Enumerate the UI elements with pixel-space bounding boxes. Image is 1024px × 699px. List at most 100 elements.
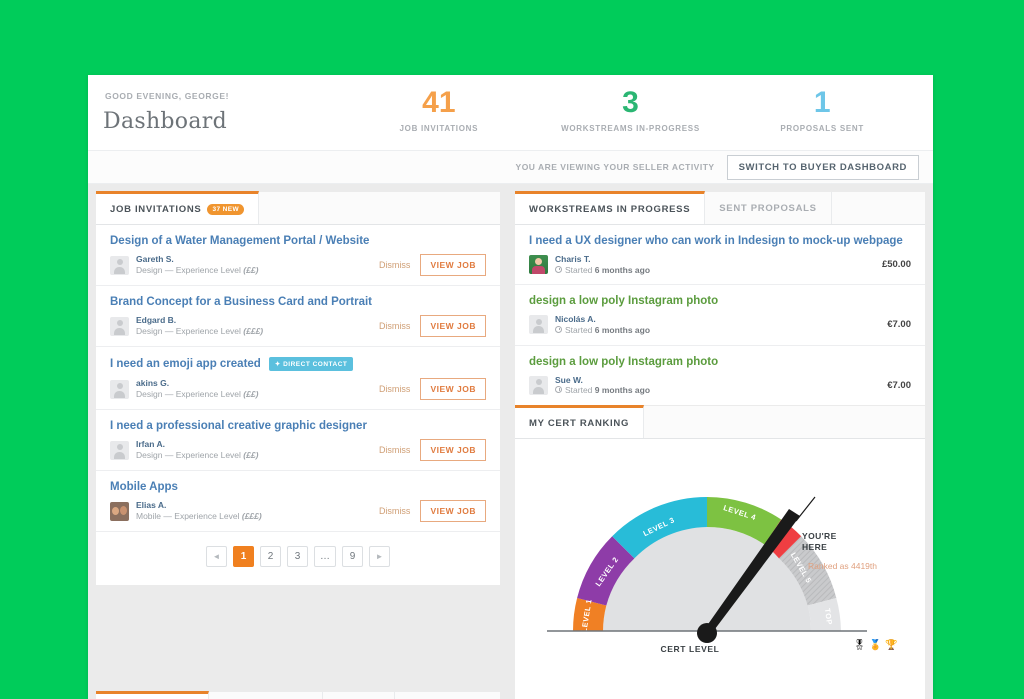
view-mode-bar: YOU ARE VIEWING YOUR SELLER ACTIVITY SWI… [88, 150, 933, 184]
tab-billing[interactable]: BILLING [322, 692, 395, 699]
tab-hourlie-views[interactable]: HOURLIE VIEWS [208, 692, 323, 699]
job-actions: Dismiss VIEW JOB [379, 254, 486, 276]
tab-label: JOB INVITATIONS [110, 203, 202, 215]
started-prefix: Started [565, 324, 593, 335]
page-root: GOOD EVENING, GEORGE! Dashboard 41 JOB I… [0, 0, 1024, 699]
job-user-info: Irfan A. Design — Experience Level (££) [136, 439, 258, 460]
experience-level: (£££) [243, 326, 264, 336]
tab-profile-views[interactable]: PROFILE VIEWS [96, 691, 209, 699]
job-user-info: Gareth S. Design — Experience Level (££) [136, 254, 258, 275]
pagination-prev[interactable]: ◄ [206, 546, 227, 567]
tab-sent-proposals[interactable]: SENT PROPOSALS [705, 192, 832, 224]
experience-level: (££) [243, 450, 259, 460]
job-invitations-panel: JOB INVITATIONS 37 NEW Design of a Water… [96, 191, 500, 585]
pagination-page-1[interactable]: 1 [233, 546, 254, 567]
avatar [110, 440, 129, 460]
job-title-text: Brand Concept for a Business Card and Po… [110, 296, 372, 308]
job-title[interactable]: Design of a Water Management Portal / We… [110, 235, 486, 247]
tab-my-cert-ranking[interactable]: MY CERT RANKING [515, 405, 645, 438]
user-subtitle: Design — Experience Level (£££) [136, 326, 264, 336]
job-actions: Dismiss VIEW JOB [379, 439, 486, 461]
switch-to-buyer-dashboard-button[interactable]: SWITCH TO BUYER DASHBOARD [726, 154, 919, 180]
badge-icon-1: 🎖 [853, 640, 866, 651]
tab-workstreams-in-progress[interactable]: WORKSTREAMS IN PROGRESS [515, 191, 706, 224]
job-invitation-row[interactable]: Design of a Water Management Portal / We… [96, 225, 500, 286]
dismiss-button[interactable]: Dismiss [379, 445, 411, 455]
profile-views-tabs: PROFILE VIEWS HOURLIE VIEWS BILLING [96, 691, 500, 699]
dismiss-button[interactable]: Dismiss [379, 506, 411, 516]
stat-job-invitations[interactable]: 41 JOB INVITATIONS [343, 85, 535, 133]
started-time: 9 months ago [594, 385, 651, 396]
price-label: £50.00 [881, 259, 911, 271]
clock-icon [555, 325, 562, 333]
job-invitation-row[interactable]: I need a professional creative graphic d… [96, 410, 500, 471]
job-meta: Gareth S. Design — Experience Level (££)… [110, 254, 486, 276]
stat-proposals-sent[interactable]: 1 PROPOSALS SENT [726, 85, 918, 133]
job-title[interactable]: Mobile Apps [110, 481, 486, 493]
job-title[interactable]: I need an emoji app created ✦ DIRECT CON… [110, 357, 486, 371]
experience-level: (££) [243, 265, 259, 275]
direct-contact-label: DIRECT CONTACT [283, 361, 348, 368]
experience-level: (££) [243, 389, 259, 399]
view-job-button[interactable]: VIEW JOB [420, 500, 486, 522]
dismiss-button[interactable]: Dismiss [379, 260, 411, 270]
gauge-hub [697, 623, 717, 643]
job-category: Design [136, 450, 163, 460]
cert-ranking-tabs: MY CERT RANKING [515, 405, 925, 439]
pagination: ◄ 1 2 3 … 9 ► [96, 532, 500, 585]
pagination-page-2[interactable]: 2 [260, 546, 281, 567]
workstream-row[interactable]: design a low poly Instagram photo Nicolá… [515, 285, 925, 346]
experience-label: Experience Level [175, 450, 241, 460]
stat-value: 41 [422, 86, 456, 119]
workstream-title[interactable]: design a low poly Instagram photo [529, 295, 911, 307]
avatar [529, 315, 548, 335]
workstream-meta: Sue W. Started 9 months ago €7.00 [529, 375, 911, 396]
job-actions: Dismiss VIEW JOB [379, 315, 486, 337]
view-job-button[interactable]: VIEW JOB [420, 254, 486, 276]
job-actions: Dismiss VIEW JOB [379, 378, 486, 400]
job-user-info: akins G. Design — Experience Level (££) [136, 378, 258, 399]
price-label: €7.00 [887, 379, 911, 391]
view-job-button[interactable]: VIEW JOB [420, 439, 486, 461]
tab-job-invitations[interactable]: JOB INVITATIONS 37 NEW [96, 191, 260, 224]
started-prefix: Started [565, 264, 593, 275]
tab-filler [644, 406, 925, 438]
job-title[interactable]: I need a professional creative graphic d… [110, 420, 486, 432]
pagination-page-3[interactable]: 3 [287, 546, 308, 567]
workstream-row[interactable]: design a low poly Instagram photo Sue W.… [515, 346, 925, 405]
pagination-page-9[interactable]: 9 [342, 546, 363, 567]
stats-row: 41 JOB INVITATIONS 3 WORKSTREAMS IN-PROG… [343, 85, 918, 133]
stat-workstreams[interactable]: 3 WORKSTREAMS IN-PROGRESS [535, 85, 727, 133]
workstream-title[interactable]: design a low poly Instagram photo [529, 356, 911, 368]
ranked-text: Ranked as 4419th [808, 561, 877, 571]
stat-label: WORKSTREAMS IN-PROGRESS [561, 124, 700, 133]
avatar [110, 379, 129, 399]
job-invitation-row[interactable]: Mobile Apps Elias A. Mobile — Experience… [96, 471, 500, 532]
stat-label: JOB INVITATIONS [399, 124, 479, 133]
workstream-title[interactable]: I need a UX designer who can work in Ind… [529, 235, 911, 247]
job-invitation-row[interactable]: Brand Concept for a Business Card and Po… [96, 286, 500, 347]
job-title-text: Mobile Apps [110, 481, 178, 493]
workstream-row[interactable]: I need a UX designer who can work in Ind… [515, 225, 925, 286]
job-meta: Elias A. Mobile — Experience Level (£££)… [110, 500, 486, 522]
avatar [110, 501, 129, 521]
view-job-button[interactable]: VIEW JOB [420, 378, 486, 400]
dismiss-button[interactable]: Dismiss [379, 384, 411, 394]
job-invitations-tabs: JOB INVITATIONS 37 NEW [96, 191, 500, 225]
started-info: Started 6 months ago [555, 265, 650, 276]
profile-views-panel: PROFILE VIEWS HOURLIE VIEWS BILLING Prof… [96, 691, 500, 699]
greeting-text: GOOD EVENING, GEORGE! [105, 91, 230, 101]
view-job-button[interactable]: VIEW JOB [420, 315, 486, 337]
workstream-user-info: Charis T. Started 6 months ago [555, 254, 650, 275]
gauge-svg: LEVEL 1 LEVEL 2 LEVEL 3 LEVEL 4 LEVEL 5 … [547, 496, 867, 643]
user-name: Sue W. [555, 374, 583, 385]
stat-value: 3 [622, 86, 639, 119]
job-title[interactable]: Brand Concept for a Business Card and Po… [110, 296, 486, 308]
dismiss-button[interactable]: Dismiss [379, 321, 411, 331]
user-name: Nicolás A. [555, 314, 596, 325]
job-invitation-row[interactable]: I need an emoji app created ✦ DIRECT CON… [96, 347, 500, 410]
pagination-next[interactable]: ► [369, 546, 390, 567]
workstream-price-wrap: £50.00 [882, 259, 911, 270]
pagination-ellipsis: … [314, 546, 336, 567]
direct-contact-badge: ✦ DIRECT CONTACT [268, 357, 354, 371]
